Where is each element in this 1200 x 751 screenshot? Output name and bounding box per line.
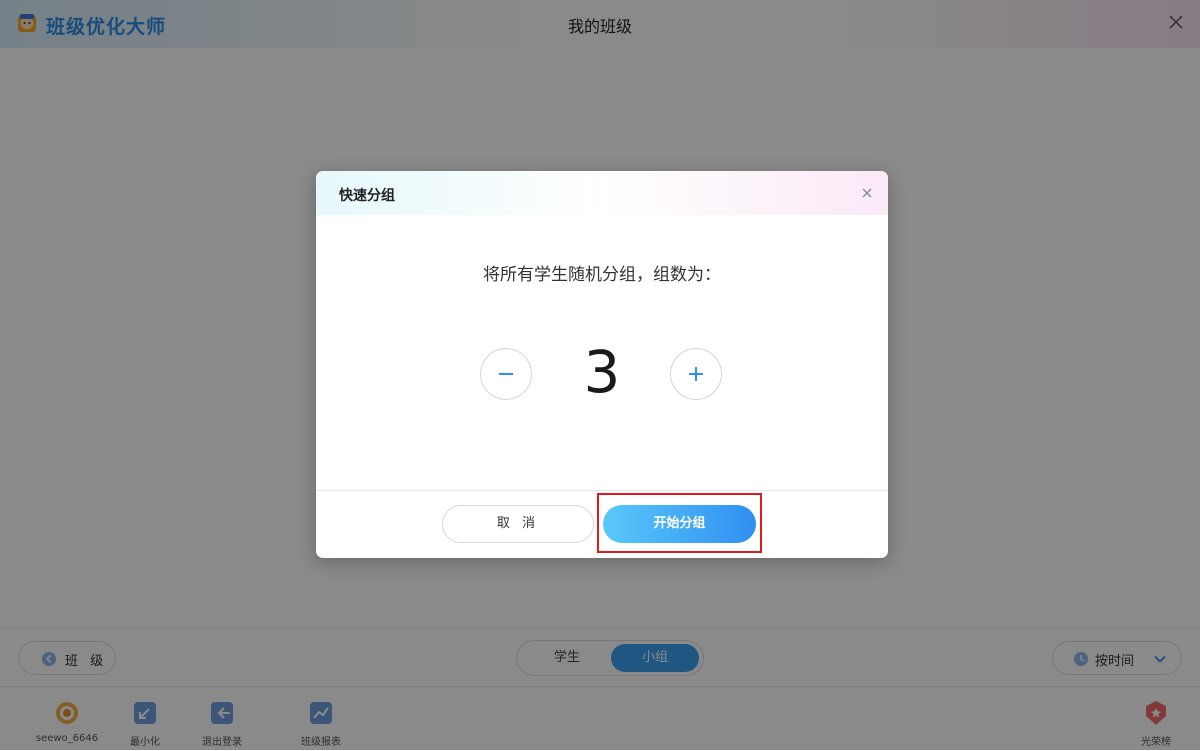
- dialog-header: 快速分组: [316, 171, 888, 215]
- dialog-prompt: 将所有学生随机分组，组数为：: [483, 265, 721, 285]
- dialog-close-icon[interactable]: [860, 185, 874, 199]
- decrement-button[interactable]: [480, 348, 532, 400]
- dialog-divider: [316, 490, 888, 491]
- cancel-button[interactable]: 取 消: [442, 505, 594, 543]
- increment-button[interactable]: [670, 348, 722, 400]
- quick-group-dialog: 快速分组 将所有学生随机分组，组数为： 3 取 消 开始分组: [316, 171, 888, 558]
- minus-icon: [499, 373, 513, 375]
- group-count-value: 3: [583, 338, 621, 406]
- dialog-title: 快速分组: [339, 188, 395, 204]
- plus-icon: [689, 367, 703, 381]
- highlight-box: [597, 493, 762, 553]
